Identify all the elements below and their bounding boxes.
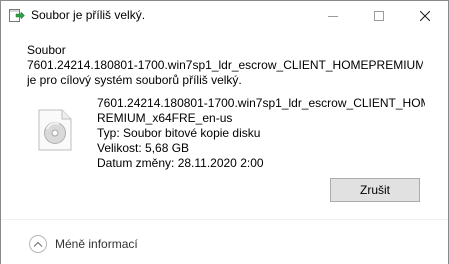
message-line: Soubor [27, 43, 66, 57]
file-type: Typ: Soubor bitové kopie disku [97, 126, 261, 140]
cancel-button[interactable]: Zrušit [330, 178, 420, 202]
dialog-footer: Méně informací [1, 219, 448, 264]
file-name-line: REMIUM_x64FRE_en-us [97, 111, 233, 125]
message-line: je pro cílový systém souborů příliš velk… [27, 73, 242, 87]
file-size: Velikost: 5,68 GB [97, 141, 190, 155]
minimize-button[interactable] [310, 1, 356, 31]
minimize-icon [328, 11, 338, 21]
file-name-line: 7601.24214.180801-1700.win7sp1_ldr_escro… [97, 96, 425, 110]
title-bar[interactable]: Soubor je příliš velký. [1, 1, 448, 31]
file-details: 7601.24214.180801-1700.win7sp1_ldr_escro… [97, 96, 425, 171]
close-button[interactable] [402, 1, 448, 31]
file-modified-date: Datum změny: 28.11.2020 2:00 [97, 156, 264, 170]
chevron-up-icon [29, 235, 47, 253]
less-info-toggle[interactable]: Méně informací [29, 234, 138, 254]
maximize-button[interactable] [356, 1, 402, 31]
close-icon [420, 11, 430, 21]
error-message: Soubor 7601.24214.180801-1700.win7sp1_ld… [27, 43, 423, 88]
less-info-label: Méně informací [55, 237, 138, 251]
message-line: 7601.24214.180801-1700.win7sp1_ldr_escro… [27, 58, 423, 72]
window-title: Soubor je příliš velký. [31, 8, 146, 22]
disc-image-file-icon [38, 109, 72, 151]
maximize-icon [374, 11, 384, 21]
dialog-window: Soubor je příliš velký. Soubor 7601.2421… [0, 0, 449, 264]
copy-arrow-icon [9, 9, 25, 23]
